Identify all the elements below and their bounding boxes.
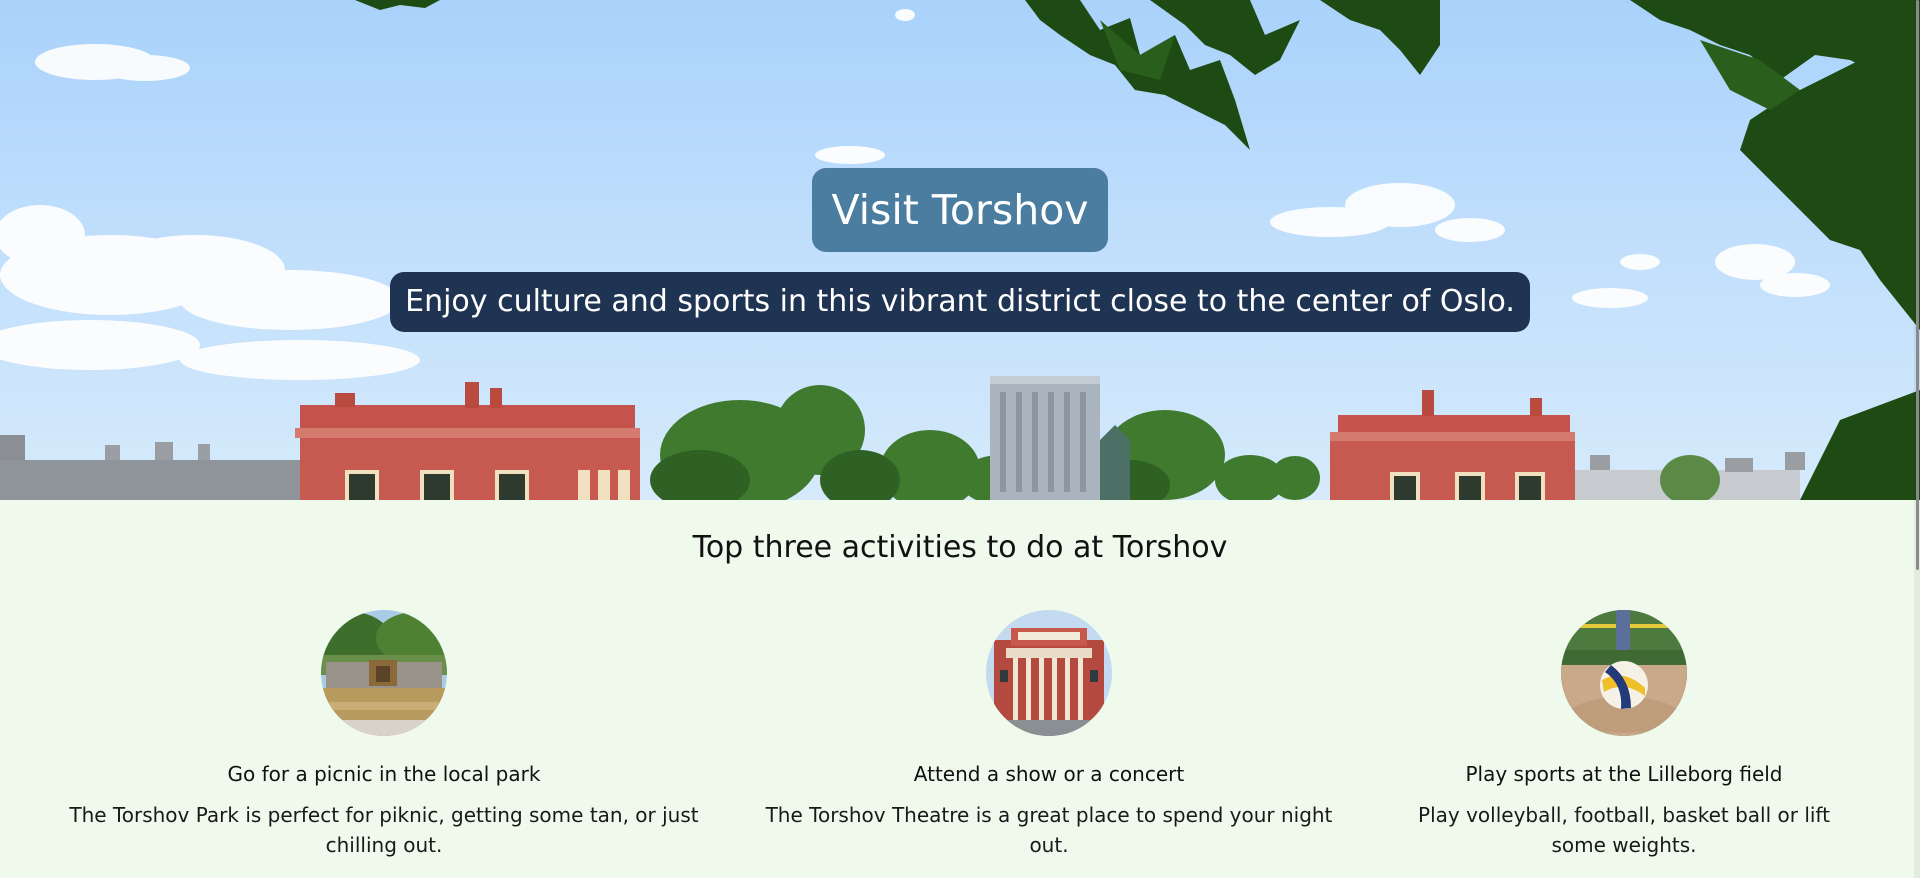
activity-card-theatre: Attend a show or a concert The Torshov T… — [760, 610, 1338, 860]
activity-title: Attend a show or a concert — [913, 762, 1185, 786]
theatre-photo — [986, 610, 1112, 736]
volleyball-photo — [1561, 610, 1687, 736]
activity-description: The Torshov Park is perfect for piknic, … — [69, 803, 699, 857]
activity-description: Play volleyball, football, basket ball o… — [1418, 803, 1830, 857]
hero-subtitle: Enjoy culture and sports in this vibrant… — [390, 272, 1530, 332]
hero-banner: Visit Torshov Enjoy culture and sports i… — [0, 0, 1920, 500]
activity-card-sports: Play sports at the Lilleborg field Play … — [1390, 610, 1858, 860]
activity-description: The Torshov Theatre is a great place to … — [765, 803, 1333, 857]
activity-card-park: Go for a picnic in the local park The To… — [44, 610, 724, 860]
activities-heading: Top three activities to do at Torshov — [692, 530, 1228, 565]
park-photo — [321, 610, 447, 736]
activity-title: Play sports at the Lilleborg field — [1465, 762, 1783, 786]
activity-title: Go for a picnic in the local park — [227, 762, 541, 786]
scrollbar-thumb[interactable] — [1916, 0, 1919, 570]
page-scrollbar[interactable] — [1914, 0, 1920, 878]
hero-title: Visit Torshov — [812, 168, 1108, 252]
